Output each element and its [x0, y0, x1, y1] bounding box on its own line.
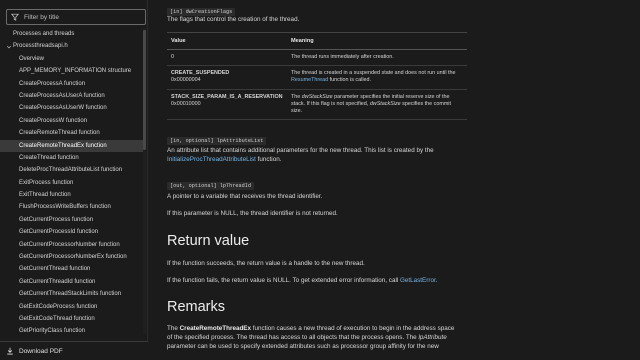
toc-item[interactable]: GetPriorityClass function	[0, 325, 146, 334]
remarks-text: The	[167, 325, 180, 332]
toc-item[interactable]: APP_MEMORY_INFORMATION structure	[0, 65, 146, 77]
toc-item[interactable]: GetCurrentProcessorNumber function	[0, 239, 146, 251]
remarks-italic: lpAttribute	[418, 334, 447, 341]
table-cell-value: 0	[167, 48, 287, 66]
toc-item[interactable]: GetCurrentProcess function	[0, 214, 146, 226]
sidebar-scrollbar[interactable]	[143, 28, 146, 334]
toc-group-processthreadsapi[interactable]: Processthreadsapi.h	[0, 40, 146, 52]
toc-item[interactable]: GetCurrentThreadStackLimits function	[0, 288, 146, 300]
toc-item[interactable]: DeleteProcThreadAttributeList function	[0, 164, 146, 176]
flag-meaning-text: The thread is created in a suspended sta…	[291, 70, 456, 77]
download-icon	[7, 347, 13, 355]
remarks-text: of the specified process. The thread has…	[167, 334, 419, 341]
toc-item[interactable]: GetCurrentProcessorNumberEx function	[0, 251, 146, 263]
toc-item[interactable]: CreateProcessW function	[0, 115, 146, 127]
toc-item[interactable]: CreateProcessAsUserW function	[0, 102, 146, 114]
param-description: A pointer to a variable that receives th…	[167, 193, 323, 200]
table-header-row: Value Meaning	[167, 32, 467, 50]
remarks-line: parameter can be used to specify extende…	[167, 343, 439, 350]
download-pdf-button[interactable]: Download PDF	[0, 341, 148, 360]
desc-text: .	[435, 277, 438, 284]
param-lpthreadid: [out, optional] lpThreadId	[167, 174, 254, 192]
return-description: If the function succeeds, the return val…	[167, 260, 365, 267]
toc-item-overview[interactable]: Overview	[0, 53, 146, 65]
toc-tree: Processes and threads Processthreadsapi.…	[0, 28, 146, 334]
toc-item[interactable]: CreateProcessAsUserA function	[0, 90, 146, 102]
initializeprocthreadattributelist-link[interactable]: InitializeProcThreadAttributeList	[167, 156, 256, 163]
param-code: [in, optional] lpAttributeList	[167, 137, 267, 145]
remarks-heading: Remarks	[167, 299, 226, 315]
param-description: The flags that control the creation of t…	[167, 16, 300, 23]
desc-text: If the function fails, the return value …	[167, 277, 400, 284]
table-row: 0 The thread runs immediately after crea…	[167, 48, 467, 66]
filter-icon	[11, 13, 19, 21]
param-lpattributelist: [in, optional] lpAttributeList	[167, 129, 267, 147]
flag-hex: 0x00010000	[171, 100, 201, 107]
return-description: If the function fails, the return value …	[167, 276, 467, 285]
toc-group-label: Processthreadsapi.h	[13, 43, 68, 50]
remarks-line: The CreateRemoteThreadEx function causes…	[167, 324, 467, 333]
toc-item[interactable]: CreateProcessA function	[0, 78, 146, 90]
sidebar: Processes and threads Processthreadsapi.…	[0, 0, 148, 360]
desc-text: function.	[255, 156, 282, 163]
param-description: An attribute list that contains addition…	[167, 146, 467, 164]
table-header-value: Value	[167, 32, 287, 50]
table-row: CREATE_SUSPENDED 0x00000004 The thread i…	[167, 65, 467, 90]
flag-name: 0	[171, 54, 174, 60]
flag-name: STACK_SIZE_PARAM_IS_A_RESERVATION	[171, 93, 283, 100]
toc-item[interactable]: CreateRemoteThread function	[0, 127, 146, 139]
toc-item-processes-and-threads[interactable]: Processes and threads	[0, 28, 146, 40]
table-cell-meaning: The dwStackSize parameter specifies the …	[287, 88, 467, 121]
main-content: [in] dwCreationFlags The flags that cont…	[167, 0, 467, 360]
param-description: If this parameter is NULL, the thread id…	[167, 210, 338, 217]
table-cell-meaning: The thread is created in a suspended sta…	[287, 65, 467, 90]
getlasterror-link[interactable]: GetLastError	[400, 277, 436, 284]
chevron-down-icon	[6, 45, 12, 48]
sidebar-scrollbar-thumb[interactable]	[143, 30, 146, 150]
flag-hex: 0x00000004	[171, 77, 201, 84]
flag-meaning-italic: dwStackSize	[369, 100, 401, 107]
remarks-paragraph: The CreateRemoteThreadEx function causes…	[167, 324, 467, 351]
toc-item[interactable]: CreateThread function	[0, 152, 146, 164]
toc-item[interactable]: GetExitCodeThread function	[0, 313, 146, 325]
toc-item[interactable]: GetCurrentThread function	[0, 263, 146, 275]
flag-meaning-text: The	[291, 93, 302, 100]
flag-meaning-text: function is called.	[328, 77, 372, 84]
remarks-line: of the specified process. The thread has…	[167, 333, 467, 342]
table-row: STACK_SIZE_PARAM_IS_A_RESERVATION 0x0001…	[167, 88, 467, 121]
download-pdf-label: Download PDF	[19, 347, 63, 355]
flag-meaning-italic: dwStackSize	[301, 93, 333, 100]
toc-item[interactable]: ExitProcess function	[0, 177, 146, 189]
toc-item[interactable]: GetExitCodeProcess function	[0, 301, 146, 313]
desc-text: An attribute list that contains addition…	[167, 147, 434, 154]
resumethread-link[interactable]: ResumeThread	[291, 77, 328, 83]
toc-item-selected[interactable]: CreateRemoteThreadEx function	[0, 139, 146, 152]
flag-meaning: The thread runs immediately after creati…	[291, 54, 394, 60]
return-value-heading: Return value	[167, 233, 250, 249]
toc-item[interactable]: FlushProcessWriteBuffers function	[0, 201, 146, 213]
remarks-text: function causes a new thread of executio…	[251, 325, 455, 332]
toc-item[interactable]: ExitThread function	[0, 189, 146, 201]
toc-item[interactable]: GetCurrentProcessId function	[0, 226, 146, 238]
param-code: [out, optional] lpThreadId	[167, 182, 254, 190]
flags-table: Value Meaning 0 The thread runs immediat…	[167, 32, 467, 121]
filter-box[interactable]	[6, 9, 146, 25]
toc-item[interactable]: GetCurrentThreadId function	[0, 276, 146, 288]
remarks-function-name: CreateRemoteThreadEx	[179, 325, 251, 332]
table-cell-value: STACK_SIZE_PARAM_IS_A_RESERVATION 0x0001…	[167, 88, 287, 121]
table-cell-meaning: The thread runs immediately after creati…	[287, 48, 467, 66]
table-header-meaning: Meaning	[287, 32, 467, 50]
table-cell-value: CREATE_SUSPENDED 0x00000004	[167, 65, 287, 90]
flag-name: CREATE_SUSPENDED	[171, 70, 230, 77]
filter-input[interactable]	[24, 13, 134, 21]
